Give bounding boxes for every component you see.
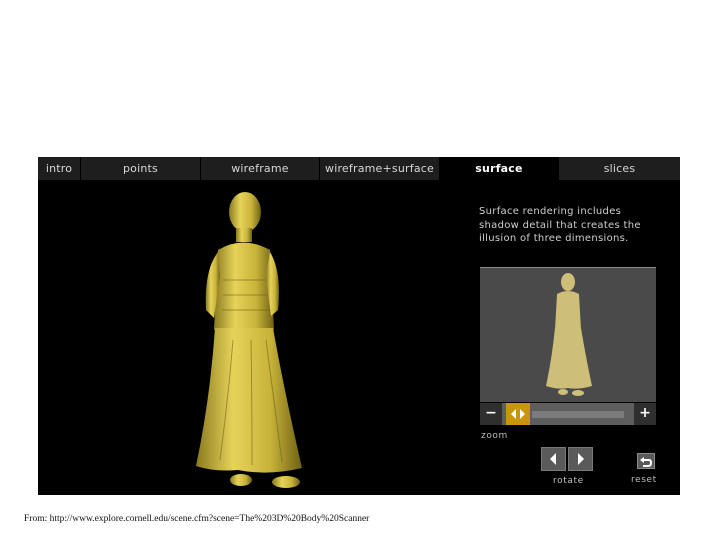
zoom-in-button[interactable]: + [634, 403, 656, 425]
body-scanner-viewer: intro points wireframe wireframe+surface… [38, 157, 680, 495]
tab-bar: intro points wireframe wireframe+surface… [38, 157, 680, 180]
tab-wireframe[interactable]: wireframe [201, 157, 320, 180]
scanned-figure-surface [196, 192, 302, 488]
zoom-slider-track[interactable] [532, 411, 624, 418]
surface-description: Surface rendering includes shadow detail… [479, 206, 641, 244]
zoom-slider-handle[interactable] [506, 403, 530, 425]
tab-surface[interactable]: surface [440, 157, 559, 180]
tab-slices[interactable]: slices [559, 157, 680, 180]
reset-label: reset [631, 475, 657, 485]
zoom-label: zoom [481, 431, 508, 441]
preview-thumbnail [480, 267, 656, 402]
rotate-left-button[interactable] [541, 447, 566, 471]
tab-intro[interactable]: intro [38, 157, 81, 180]
rotate-label: rotate [553, 476, 584, 486]
tab-points[interactable]: points [81, 157, 201, 180]
figure-thumbnail [546, 273, 592, 396]
tab-wireframe-surface[interactable]: wireframe+surface [320, 157, 440, 180]
rotate-right-button[interactable] [568, 447, 593, 471]
zoom-control: − + [480, 403, 656, 425]
triangle-left-icon [550, 453, 556, 465]
3d-viewport[interactable] [38, 180, 468, 495]
reset-button[interactable] [637, 453, 655, 469]
triangle-right-icon [578, 453, 584, 465]
zoom-out-button[interactable]: − [480, 403, 502, 425]
source-caption: From: http://www.explore.cornell.edu/sce… [24, 514, 370, 524]
left-right-arrows-icon [511, 409, 525, 419]
undo-arrow-icon [640, 457, 653, 467]
